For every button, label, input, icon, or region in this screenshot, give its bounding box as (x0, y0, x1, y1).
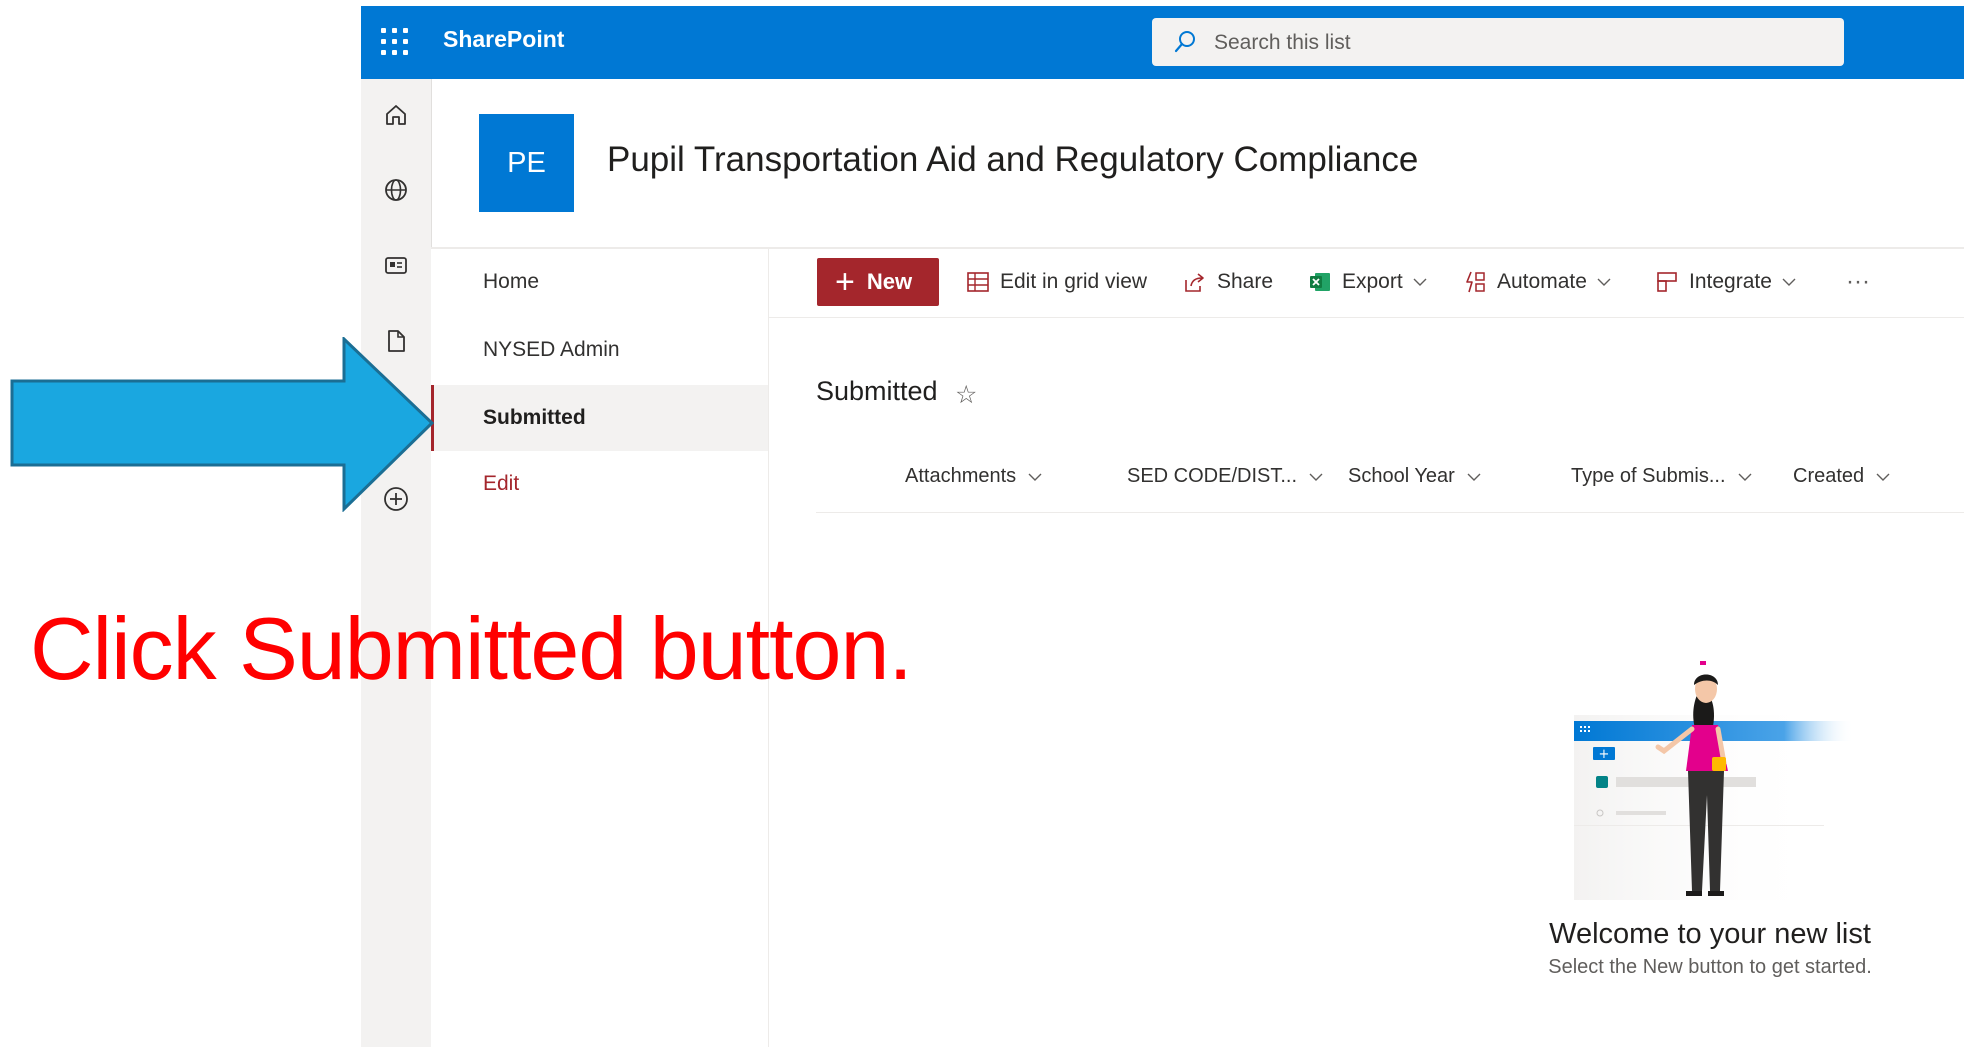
column-header-label: SED CODE/DIST... (1127, 465, 1298, 487)
integrate-button[interactable]: Integrate (1655, 263, 1796, 301)
chevron-down-icon (1028, 473, 1042, 481)
chevron-down-icon (1309, 473, 1323, 481)
new-button[interactable]: + New (817, 258, 939, 306)
chevron-down-icon (1413, 278, 1427, 286)
nav-item-edit[interactable]: Edit (431, 451, 768, 517)
more-icon: ··· (1846, 268, 1870, 295)
search-icon (1174, 31, 1195, 53)
search-box[interactable] (1152, 18, 1844, 66)
view-title[interactable]: Submitted (816, 376, 938, 407)
globe-icon[interactable] (380, 174, 412, 206)
empty-state-subtext: Select the New button to get started. (1548, 956, 1872, 978)
column-header-label: School Year (1348, 465, 1455, 487)
export-label: Export (1342, 270, 1403, 293)
edit-grid-view-label: Edit in grid view (1000, 270, 1148, 293)
integrate-label: Integrate (1689, 270, 1772, 293)
chevron-down-icon (1782, 278, 1796, 286)
plus-icon: + (835, 263, 855, 301)
nav-item-nysed-admin[interactable]: NYSED Admin (431, 317, 768, 383)
column-header-type-of-submission[interactable]: Type of Submis... (1571, 465, 1752, 488)
instruction-callout: Click Submitted button. (30, 599, 913, 698)
nav-item-label: Submitted (483, 406, 586, 429)
empty-state-heading: Welcome to your new list (1549, 918, 1871, 950)
chevron-down-icon (1597, 278, 1611, 286)
edit-grid-view-button[interactable]: Edit in grid view (966, 263, 1147, 301)
nav-item-label: NYSED Admin (483, 338, 620, 361)
excel-icon (1310, 273, 1330, 291)
share-icon (1185, 273, 1204, 292)
column-header-label: Attachments (905, 465, 1017, 487)
brand-name[interactable]: SharePoint (443, 26, 564, 53)
nav-item-label: Home (483, 270, 540, 293)
site-title[interactable]: Pupil Transportation Aid and Regulatory … (607, 140, 1418, 180)
column-header-school-year[interactable]: School Year (1348, 465, 1481, 488)
automate-button[interactable]: Automate (1463, 263, 1611, 301)
share-button[interactable]: Share (1183, 263, 1273, 301)
favorite-star-icon[interactable]: ☆ (955, 380, 977, 410)
news-icon[interactable] (380, 249, 412, 281)
nav-item-submitted[interactable]: Submitted (431, 385, 768, 451)
pointer-arrow (10, 337, 435, 512)
nav-item-home[interactable]: Home (431, 249, 768, 315)
app-launcher-icon[interactable] (381, 28, 409, 56)
new-button-label: New (866, 269, 913, 294)
command-bar: + New Edit in grid view Share Export Aut… (768, 249, 1964, 318)
export-button[interactable]: Export (1308, 263, 1427, 301)
column-header-attachments[interactable]: Attachments (905, 465, 1042, 488)
column-header-created[interactable]: Created (1793, 465, 1890, 488)
app-bar (361, 79, 432, 1047)
column-header-label: Type of Submis... (1571, 465, 1726, 487)
automate-icon (1466, 271, 1485, 293)
home-icon[interactable] (380, 99, 412, 131)
column-header-sed-code[interactable]: SED CODE/DIST... (1127, 465, 1323, 488)
grid-icon (967, 272, 989, 292)
chevron-down-icon (1876, 473, 1890, 481)
empty-list-illustration: + (1574, 661, 1854, 900)
suite-bar: SharePoint (361, 6, 1964, 79)
share-label: Share (1217, 270, 1274, 293)
automate-label: Automate (1497, 270, 1587, 293)
nav-item-label: Edit (483, 472, 520, 495)
chevron-down-icon (1467, 473, 1481, 481)
chevron-down-icon (1738, 473, 1752, 481)
site-logo[interactable]: PE (479, 114, 574, 212)
more-options-button[interactable]: ··· (1846, 263, 1870, 301)
column-header-divider (816, 512, 1964, 513)
integrate-icon (1657, 272, 1677, 292)
svg-text:+: + (1599, 747, 1610, 762)
column-header-label: Created (1793, 465, 1865, 487)
search-input[interactable] (1212, 26, 1816, 60)
